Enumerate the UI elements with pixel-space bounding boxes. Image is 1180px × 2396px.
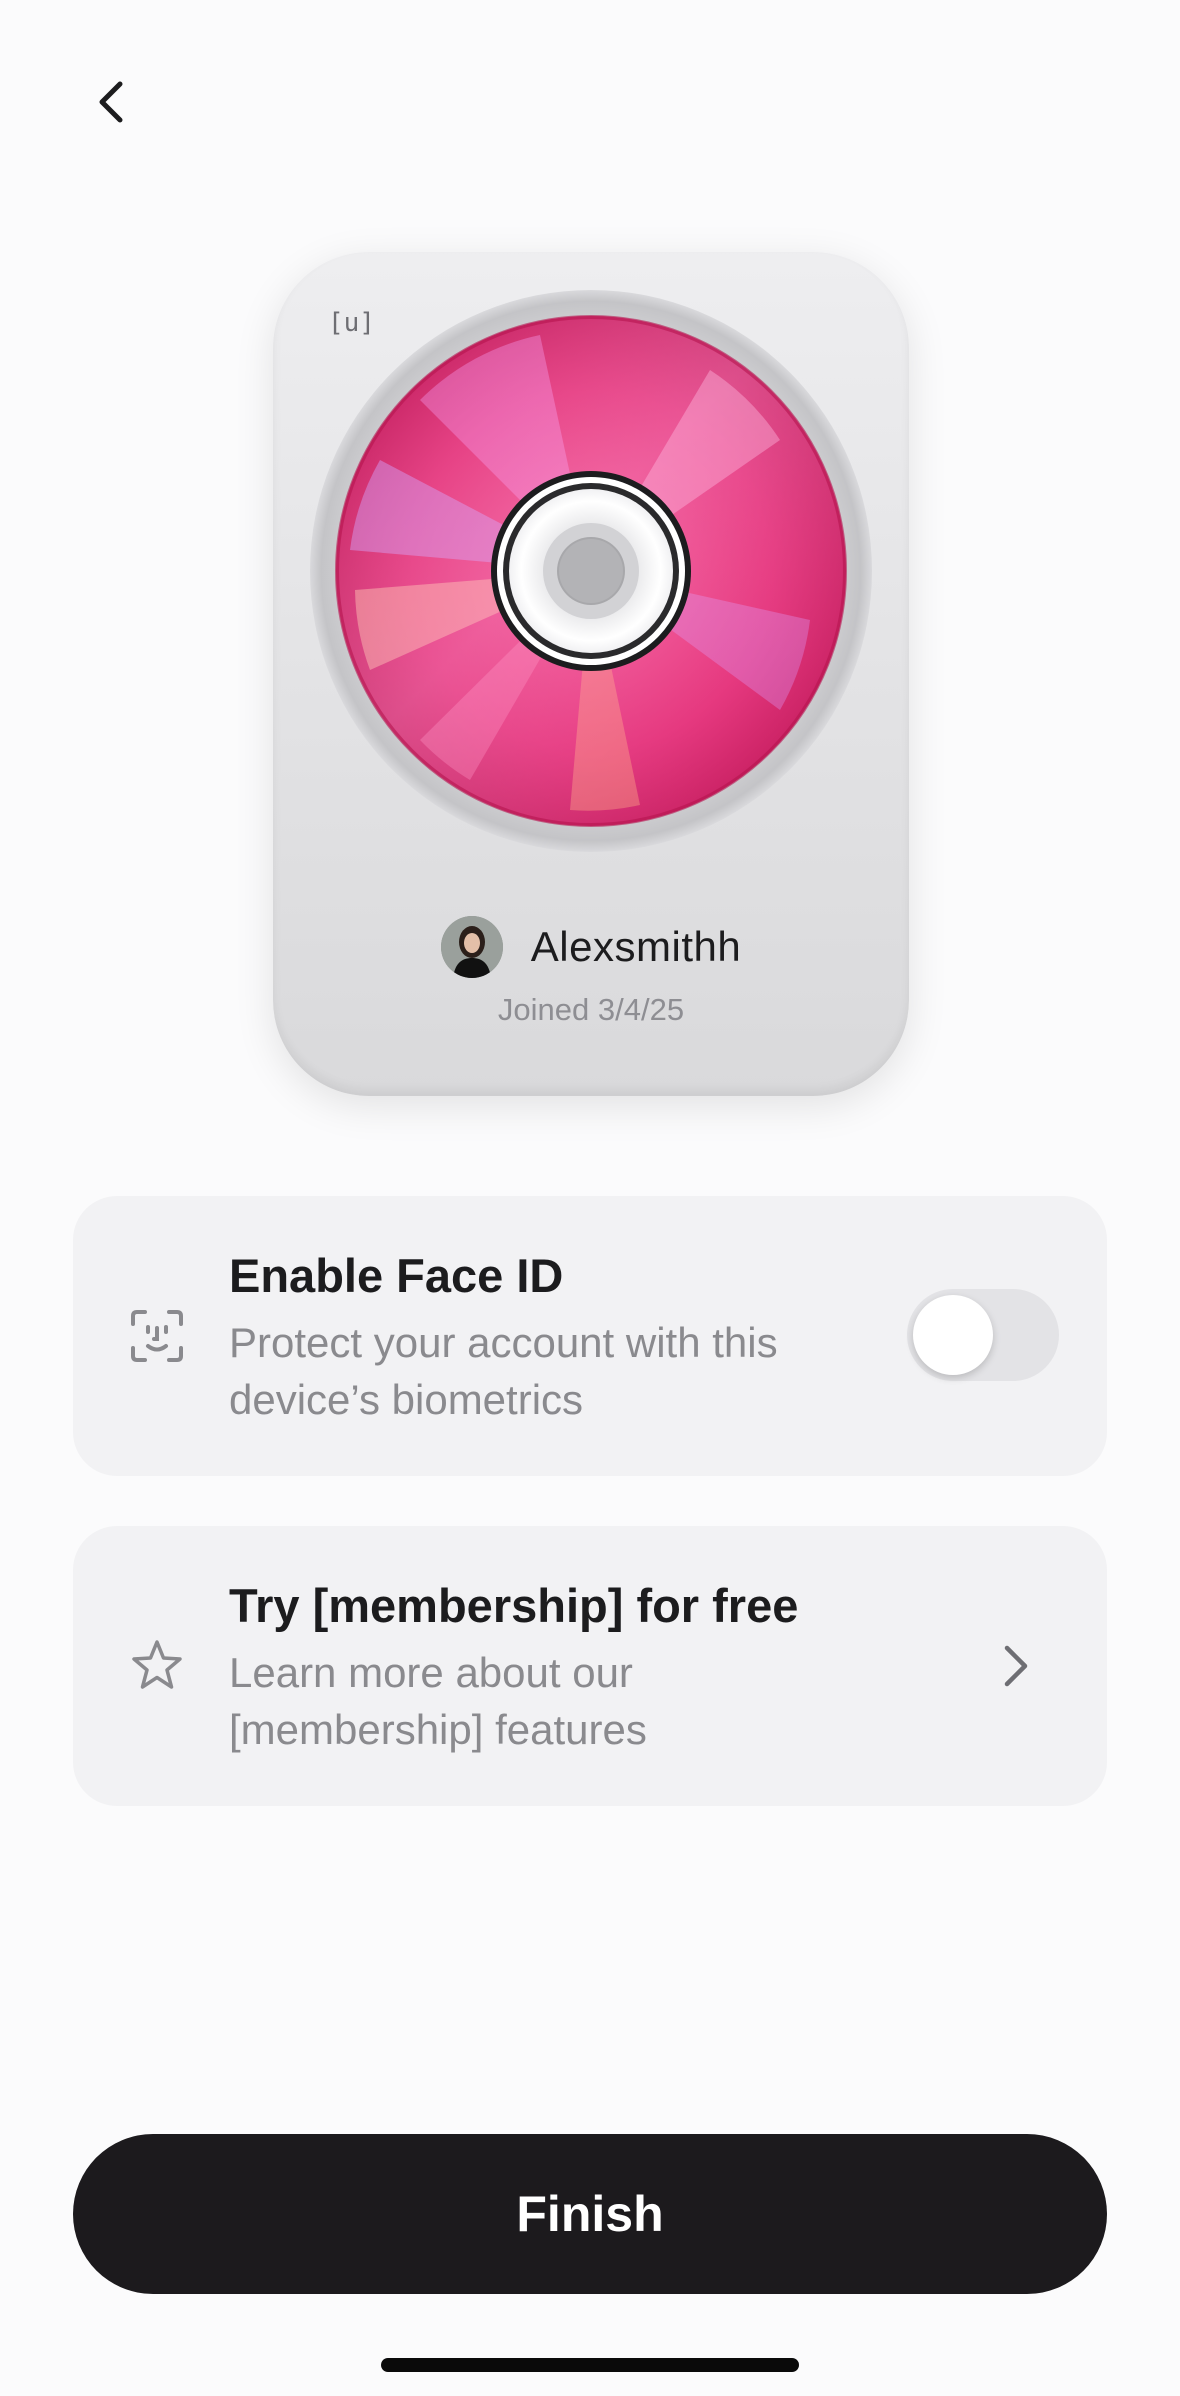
face-id-toggle[interactable] — [907, 1289, 1059, 1381]
profile-setup-screen: [u] Alexsmithh Joined 3/4/25 Enable Face… — [0, 0, 1180, 2396]
membership-title: Try [membership] for free — [229, 1579, 799, 1632]
cd-disc-image — [310, 290, 872, 857]
face-id-row: Enable Face ID Protect your account with… — [73, 1196, 1107, 1476]
finish-button[interactable]: Finish — [73, 2134, 1107, 2294]
face-id-title: Enable Face ID — [229, 1249, 564, 1302]
home-indicator[interactable] — [381, 2358, 799, 2372]
avatar — [440, 916, 503, 978]
member-card: [u] Alexsmithh Joined 3/4/25 — [273, 252, 909, 1096]
star-icon — [127, 1636, 187, 1696]
face-id-icon — [127, 1306, 187, 1366]
face-id-description: Protect your account with this device’s … — [229, 1319, 778, 1423]
membership-description: Learn more about our [membership] featur… — [229, 1649, 647, 1753]
toggle-knob — [913, 1295, 993, 1375]
chevron-left-icon — [99, 81, 123, 123]
user-row: Alexsmithh — [273, 916, 909, 978]
back-button[interactable] — [80, 70, 144, 134]
chevron-right-icon — [989, 1640, 1041, 1692]
username: Alexsmithh — [530, 923, 742, 970]
joined-date: Joined 3/4/25 — [497, 992, 685, 1027]
membership-row[interactable]: Try [membership] for free Learn more abo… — [73, 1526, 1107, 1806]
